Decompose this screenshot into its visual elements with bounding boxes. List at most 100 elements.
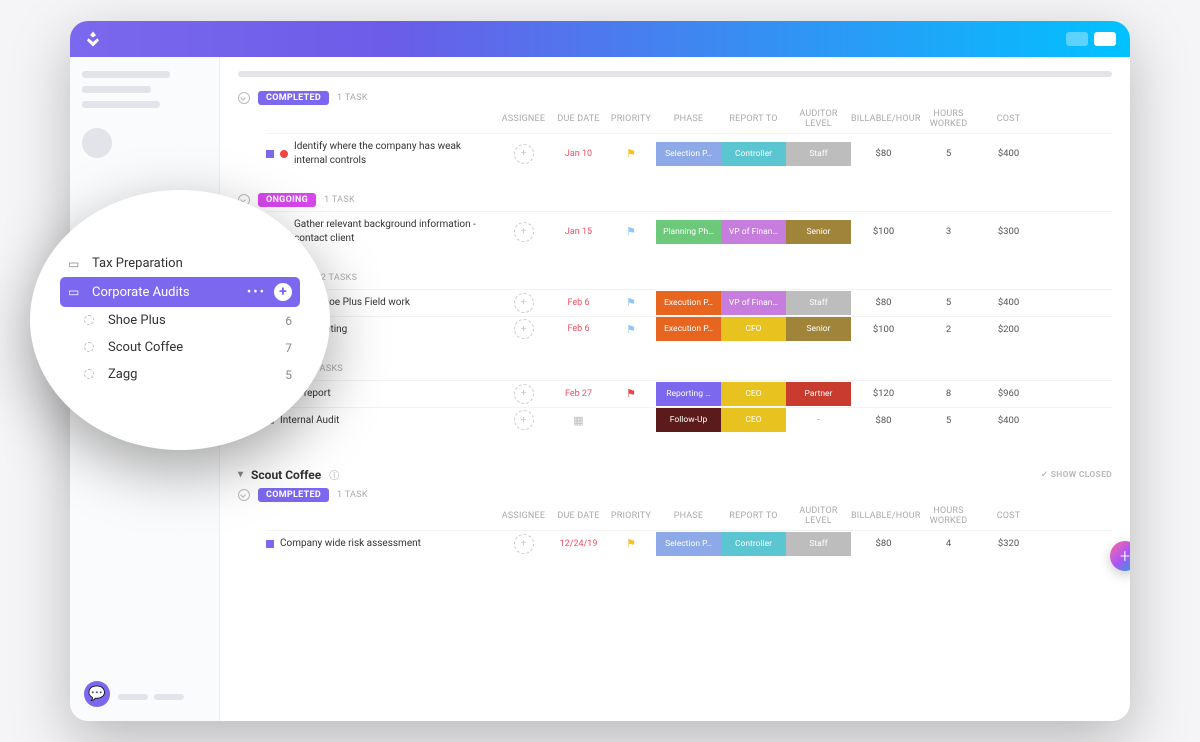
show-closed-toggle[interactable]: ✓ SHOW CLOSED (1041, 470, 1112, 480)
priority-flag-icon[interactable]: ⚑ (606, 296, 656, 309)
task-row[interactable]: Status meeting + Feb 6 ⚑ Execution P… CF… (266, 316, 1112, 343)
auditor-level-tag[interactable]: - (786, 408, 851, 432)
due-date[interactable]: Jan 15 (551, 227, 606, 237)
task-name: Identify where the company has weak inte… (294, 140, 492, 167)
folder-item-corporate-audits[interactable]: ▭ Corporate Audits ••• + (60, 277, 300, 307)
report-to-tag[interactable]: CEO (721, 408, 786, 432)
priority-flag-icon[interactable]: ⚑ (606, 537, 656, 550)
assignee-add[interactable]: + (514, 293, 534, 313)
assignee-add[interactable]: + (514, 144, 534, 164)
task-row[interactable]: Gather relevant background information -… (266, 211, 1112, 251)
report-to-tag[interactable]: VP of Finan… (721, 291, 786, 315)
folder-label: Scout Coffee (108, 340, 183, 355)
due-date[interactable]: Feb 6 (551, 324, 606, 334)
col-assignee: ASSIGNEE (496, 114, 551, 124)
window-controls (1066, 32, 1116, 46)
auditor-level-tag[interactable]: Partner (786, 382, 851, 406)
chevron-down-icon[interactable]: ▾ (238, 469, 243, 480)
task-name: Company wide risk assessment (280, 537, 421, 551)
col-assignee: ASSIGNEE (496, 511, 551, 521)
col-cost: COST (981, 114, 1036, 124)
assignee-add[interactable]: + (514, 222, 534, 242)
add-list-button[interactable]: + (274, 283, 292, 301)
auditor-level-tag[interactable]: Staff (786, 142, 851, 166)
hours-worked: 3 (916, 226, 981, 237)
report-to-tag[interactable]: CEO (721, 382, 786, 406)
folder-item-zagg[interactable]: Zagg5 (60, 361, 300, 388)
column-headers: NAMEASSIGNEEDUE DATEPRIORITYPHASEREPORT … (266, 506, 1112, 526)
list-info-icon[interactable]: ⓘ (329, 467, 339, 482)
task-row[interactable]: Final report + Feb 27 ⚑ Reporting … CEO … (266, 380, 1112, 407)
due-date[interactable]: Feb 6 (551, 298, 606, 308)
phase-tag[interactable]: Execution P… (656, 291, 721, 315)
billable-hour: $80 (851, 148, 916, 159)
report-to-tag[interactable]: Controller (721, 532, 786, 556)
billable-hour: $100 (851, 324, 916, 335)
col-cost: COST (981, 511, 1036, 521)
collapse-icon[interactable] (238, 489, 250, 501)
auditor-level-tag[interactable]: Senior (786, 317, 851, 341)
hours-worked: 5 (916, 297, 981, 308)
assignee-add[interactable]: + (514, 319, 534, 339)
list-name: Scout Coffee (251, 468, 321, 482)
col-duedate: DUE DATE (551, 511, 606, 521)
task-row[interactable]: Internal Audit + ▦ Follow-Up CEO - $80 5… (266, 407, 1112, 434)
report-to-tag[interactable]: VP of Finan… (721, 220, 786, 244)
col-auditorlevel: AUDITOR LEVEL (786, 109, 851, 129)
item-count: 7 (285, 341, 292, 355)
spin-icon (84, 341, 98, 355)
phase-tag[interactable]: Execution P… (656, 317, 721, 341)
folder-icon: ▭ (68, 257, 82, 271)
window-minimize[interactable] (1066, 32, 1088, 46)
phase-tag[interactable]: Selection P… (656, 142, 721, 166)
section-open[interactable]: OPEN 2 TASKS (238, 362, 1112, 376)
task-row[interactable]: Identify where the company has weak inte… (266, 133, 1112, 173)
priority-flag-icon[interactable]: ⚑ (606, 387, 656, 400)
report-to-tag[interactable]: CFO (721, 317, 786, 341)
priority-flag-icon[interactable]: ⚑ (606, 147, 656, 160)
col-priority: PRIORITY (606, 511, 656, 521)
phase-tag[interactable]: Planning Ph… (656, 220, 721, 244)
due-date[interactable]: 12/24/19 (551, 539, 606, 549)
hours-worked: 4 (916, 538, 981, 549)
col-reportto: REPORT TO (721, 114, 786, 124)
more-icon[interactable]: ••• (247, 285, 266, 300)
folder-item-shoe-plus[interactable]: Shoe Plus6 (60, 307, 300, 334)
task-name: Gather relevant background information -… (294, 218, 492, 245)
section-ongoing[interactable]: ONGOING 1 TASK (238, 193, 1112, 207)
status-square-icon[interactable] (266, 540, 274, 548)
col-priority: PRIORITY (606, 114, 656, 124)
section-up-next[interactable]: UP NEXT 2 TASKS (238, 271, 1112, 285)
priority-flag-icon[interactable]: ⚑ (606, 323, 656, 336)
task-row[interactable]: Execute Shoe Plus Field work + Feb 6 ⚑ E… (266, 289, 1112, 316)
due-date[interactable]: Jan 10 (551, 149, 606, 159)
folder-icon: ▭ (68, 285, 82, 299)
status-pill: COMPLETED (258, 91, 329, 105)
cost: $400 (981, 297, 1036, 308)
due-date-empty[interactable]: ▦ (551, 414, 606, 427)
auditor-level-tag[interactable]: Staff (786, 291, 851, 315)
assignee-add[interactable]: + (514, 534, 534, 554)
folder-item-scout-coffee[interactable]: Scout Coffee 7 (60, 334, 300, 361)
priority-flag-icon[interactable]: ⚑ (606, 225, 656, 238)
folder-item-tax-preparation[interactable]: ▭ Tax Preparation (60, 250, 300, 277)
assignee-add[interactable]: + (514, 384, 534, 404)
phase-tag[interactable]: Follow-Up (656, 408, 721, 432)
col-duedate: DUE DATE (551, 114, 606, 124)
chat-button[interactable]: 💬 (84, 681, 110, 707)
due-date[interactable]: Feb 27 (551, 389, 606, 399)
list-header-scout-coffee[interactable]: ▾ Scout Coffee ⓘ ✓ SHOW CLOSED (238, 467, 1112, 482)
section-completed[interactable]: COMPLETED 1 TASK (238, 488, 1112, 502)
assignee-add[interactable]: + (514, 410, 534, 430)
folder-label: Corporate Audits (92, 285, 190, 300)
auditor-level-tag[interactable]: Senior (786, 220, 851, 244)
window-maximize[interactable] (1094, 32, 1116, 46)
auditor-level-tag[interactable]: Staff (786, 532, 851, 556)
phase-tag[interactable]: Selection P… (656, 532, 721, 556)
status-square-icon[interactable] (266, 150, 274, 158)
collapse-icon[interactable] (238, 92, 250, 104)
task-row[interactable]: Company wide risk assessment + 12/24/19 … (266, 530, 1112, 557)
report-to-tag[interactable]: Controller (721, 142, 786, 166)
section-completed[interactable]: COMPLETED 1 TASK (238, 91, 1112, 105)
phase-tag[interactable]: Reporting … (656, 382, 721, 406)
